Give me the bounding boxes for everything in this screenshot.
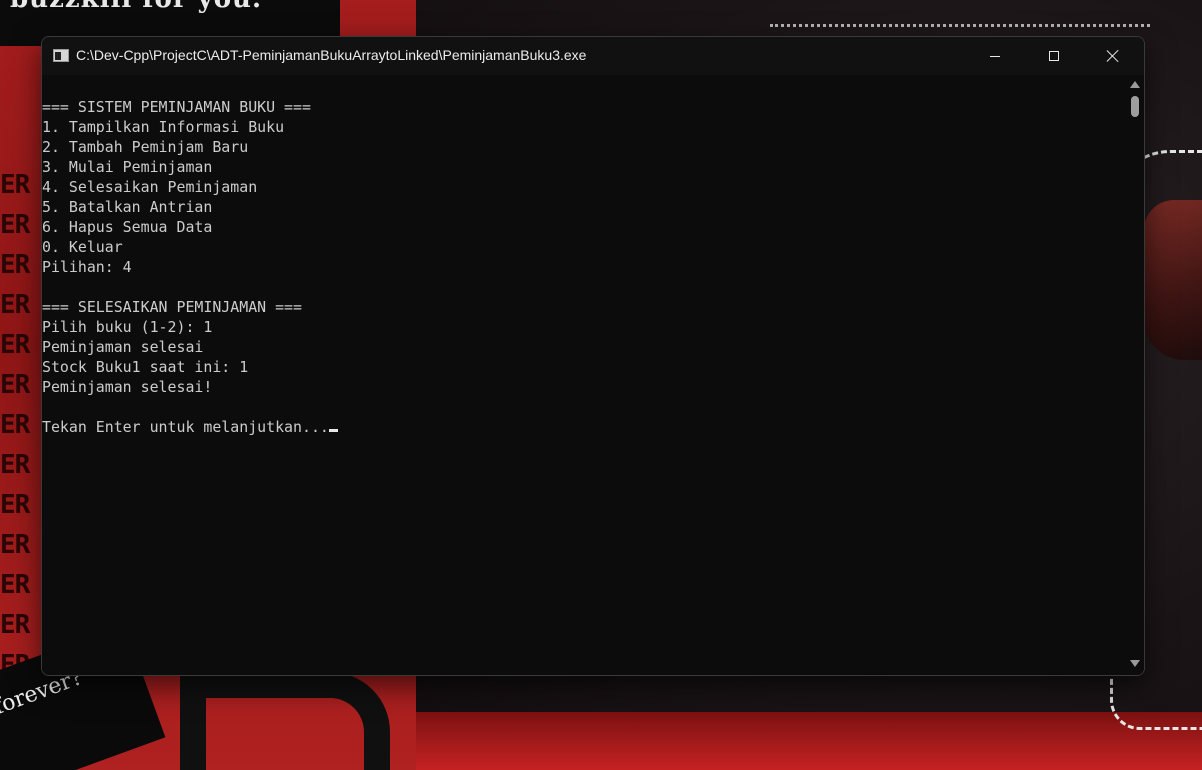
console-line: Peminjaman selesai [42,338,204,356]
minimize-button[interactable] [966,37,1024,75]
vertical-scrollbar[interactable] [1126,75,1144,675]
wallpaper-repeat-text: ER [0,410,30,440]
console-line: Tekan Enter untuk melanjutkan... [42,417,1126,437]
console-line: === SELESAIKAN PEMINJAMAN === [42,298,302,316]
wallpaper-repeat-text: ER [0,450,30,480]
scroll-up-arrow-icon[interactable] [1130,81,1140,88]
console-line: 3. Mulai Peminjaman [42,158,213,176]
wallpaper-big-letter [180,672,390,770]
minimize-icon [990,55,1000,57]
wallpaper-repeat-text: ER [0,610,30,640]
console-window[interactable]: C:\Dev-Cpp\ProjectC\ADT-PeminjamanBukuAr… [41,36,1145,676]
maximize-button[interactable] [1025,37,1083,75]
wallpaper-repeat-text: ER [0,530,30,560]
title-bar[interactable]: C:\Dev-Cpp\ProjectC\ADT-PeminjamanBukuAr… [42,37,1144,75]
wallpaper-red-strip [416,712,1202,770]
console-line: 5. Batalkan Antrian [42,198,213,216]
wallpaper-repeat-text: ER [0,490,30,520]
close-icon [1106,49,1120,63]
wallpaper-scribble [770,0,1150,27]
console-line: 4. Selesaikan Peminjaman [42,178,258,196]
console-line: 0. Keluar [42,238,123,256]
close-button[interactable] [1084,37,1142,75]
console-app-icon[interactable] [53,49,69,62]
console-line: === SISTEM PEMINJAMAN BUKU === [42,98,311,116]
console-line: Pilihan: 4 [42,258,132,276]
window-title: C:\Dev-Cpp\ProjectC\ADT-PeminjamanBukuAr… [76,47,587,63]
maximize-icon [1049,51,1059,61]
wallpaper-repeat-text: ER [0,330,30,360]
console-line: 2. Tambah Peminjam Baru [42,138,249,156]
console-line: Pilih buku (1-2): 1 [42,318,213,336]
console-line: 1. Tampilkan Informasi Buku [42,118,285,136]
wallpaper-repeat-text: ER [0,290,30,320]
console-line: Stock Buku1 saat ini: 1 [42,358,249,376]
wallpaper-repeat-text: ER [0,170,30,200]
wallpaper-repeat-text: ER [0,570,30,600]
text-cursor [328,429,338,432]
wallpaper-repeat-text: ER [0,370,30,400]
console-line: Peminjaman selesai! [42,378,213,396]
wallpaper-repeat-text: ER [0,250,30,280]
scroll-thumb[interactable] [1131,96,1139,117]
wallpaper-repeat-text: ER [0,210,30,240]
console-output: === SISTEM PEMINJAMAN BUKU === 1. Tampilk… [42,75,1126,437]
console-line: 6. Hapus Semua Data [42,218,213,236]
console-body[interactable]: === SISTEM PEMINJAMAN BUKU === 1. Tampilk… [42,75,1126,675]
scroll-down-arrow-icon[interactable] [1130,660,1140,667]
